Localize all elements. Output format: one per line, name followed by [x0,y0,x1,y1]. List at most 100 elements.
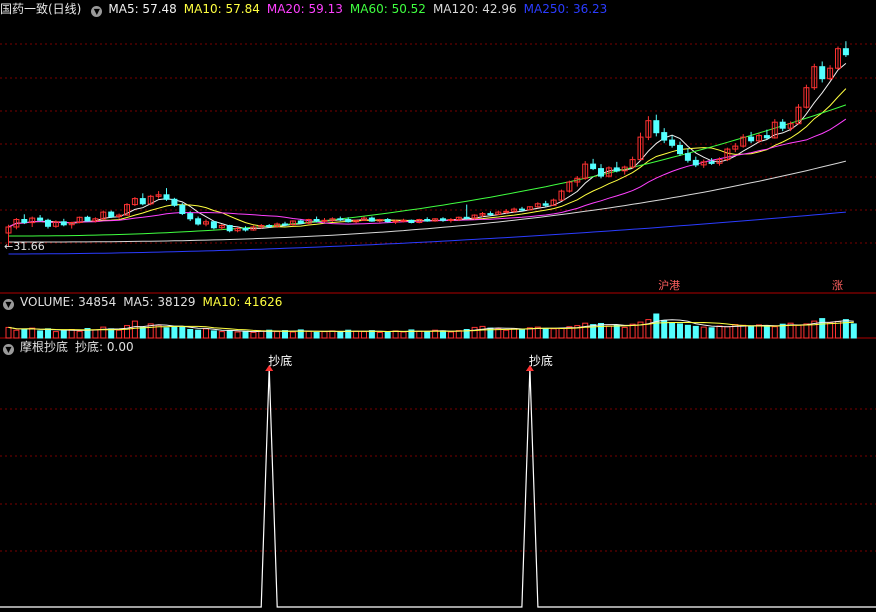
candle-body [463,216,470,219]
volume-bar [677,323,683,339]
volume-bar [653,313,660,339]
volume-bar [384,331,391,339]
candle-body [669,139,676,146]
legend-item: MA250: 36.23 [523,2,608,16]
candle-body [613,167,620,172]
candle-body [297,220,304,224]
candle-body [84,216,91,222]
volume-bar [45,328,51,339]
candle-body [763,135,770,139]
volume-panel-header: ▼ VOLUME: 34854 MA5: 38129 MA10: 41626 [0,293,296,311]
legend-item: VOLUME: 34854 [20,295,117,309]
volume-bar [748,325,755,339]
chevron-down-icon[interactable]: ▼ [91,6,103,17]
candle-body [384,219,391,223]
candle-body [242,228,249,231]
volume-bar [598,323,604,339]
legend-item: MA60: 50.52 [349,2,426,16]
candle-body [195,218,202,225]
legend-item: 抄底: 0.00 [75,340,134,354]
volume-bar [708,327,715,339]
candle-body [487,213,494,216]
candle-body [60,221,67,226]
ma-legend: MA5: 57.48 MA10: 57.84 MA20: 59.13 MA60: 50… [108,2,614,16]
volume-bar [819,318,826,339]
volume-legend: VOLUME: 34854 MA5: 38129 MA10: 41626 [20,295,289,309]
legend-item: MA5: 57.48 [108,2,177,16]
stock-title: 国药一致(日线) [0,2,82,16]
candle-body [447,219,454,221]
legend-item: MA10: 57.84 [183,2,260,16]
candle-body [313,219,320,222]
volume-bar [60,330,67,339]
candle-body [819,66,826,80]
candle-body [368,217,375,222]
candle-body [677,144,683,155]
candle-body [321,219,328,222]
signal-label: 抄底 [529,353,553,368]
legend-item: 摩根抄底 [20,340,69,354]
candle-body [440,218,446,221]
candle-body [590,163,597,170]
candle-body [653,120,660,134]
volume-bar [210,330,217,339]
candle-body [542,203,549,206]
legend-item: MA20: 59.13 [266,2,343,16]
candle-body [519,208,525,211]
volume-bar [850,323,857,339]
candle-body [108,211,115,218]
volume-bar [313,331,320,339]
candle-body [163,194,170,200]
indicator-legend: 摩根抄底 抄底: 0.00 [20,340,141,354]
candle-body [37,217,44,221]
volume-bar [337,331,344,339]
volume-bar [242,330,249,339]
candle-body [661,132,668,141]
chevron-down-icon[interactable]: ▼ [3,344,14,355]
volume-bar [21,328,28,339]
signal-label: 抄底 [268,353,292,368]
candle-body [748,136,755,142]
candle-body [842,48,849,56]
volume-bar [226,330,233,339]
candle-body [45,219,51,227]
candle-body [282,223,288,226]
volume-bar [692,325,699,339]
candle-body [266,225,273,227]
event-tag: 沪港 [658,278,680,292]
candle-body [408,219,415,224]
legend-item: MA120: 42.96 [432,2,517,16]
volume-bar [187,329,194,339]
volume-bar [763,325,770,339]
candle-body [400,219,407,222]
candle-body [503,210,510,213]
candle-body [598,168,604,177]
candle-body [226,225,233,232]
volume-bar [684,324,691,339]
chevron-down-icon[interactable]: ▼ [3,299,14,310]
volume-bar [179,326,186,339]
volume-bar [669,322,676,339]
candle-body [424,219,431,222]
candle-body [692,159,699,166]
candle-body [139,198,146,205]
event-tag: 涨 [832,279,843,292]
candle-body [345,219,352,223]
candle-body [179,204,186,215]
volume-bar [424,331,431,339]
candle-body [187,213,194,220]
candle-body [21,219,28,223]
volume-bar [163,327,170,339]
candle-body [210,221,217,229]
low-price-label: ←31.66 [4,240,45,253]
price-panel-header: 国药一致(日线) ▼ MA5: 57.48 MA10: 57.84 MA20: 59.1… [0,0,621,18]
volume-bar [37,330,44,339]
candle-body [779,121,786,129]
volume-bar [195,329,202,339]
volume-bar [613,324,620,339]
legend-item: MA5: 38129 [123,295,196,309]
candle-body [392,220,399,223]
volume-bar [171,325,178,339]
candle-body [171,198,178,206]
indicator-panel-header: ▼ 摩根抄底 抄底: 0.00 [0,338,148,356]
